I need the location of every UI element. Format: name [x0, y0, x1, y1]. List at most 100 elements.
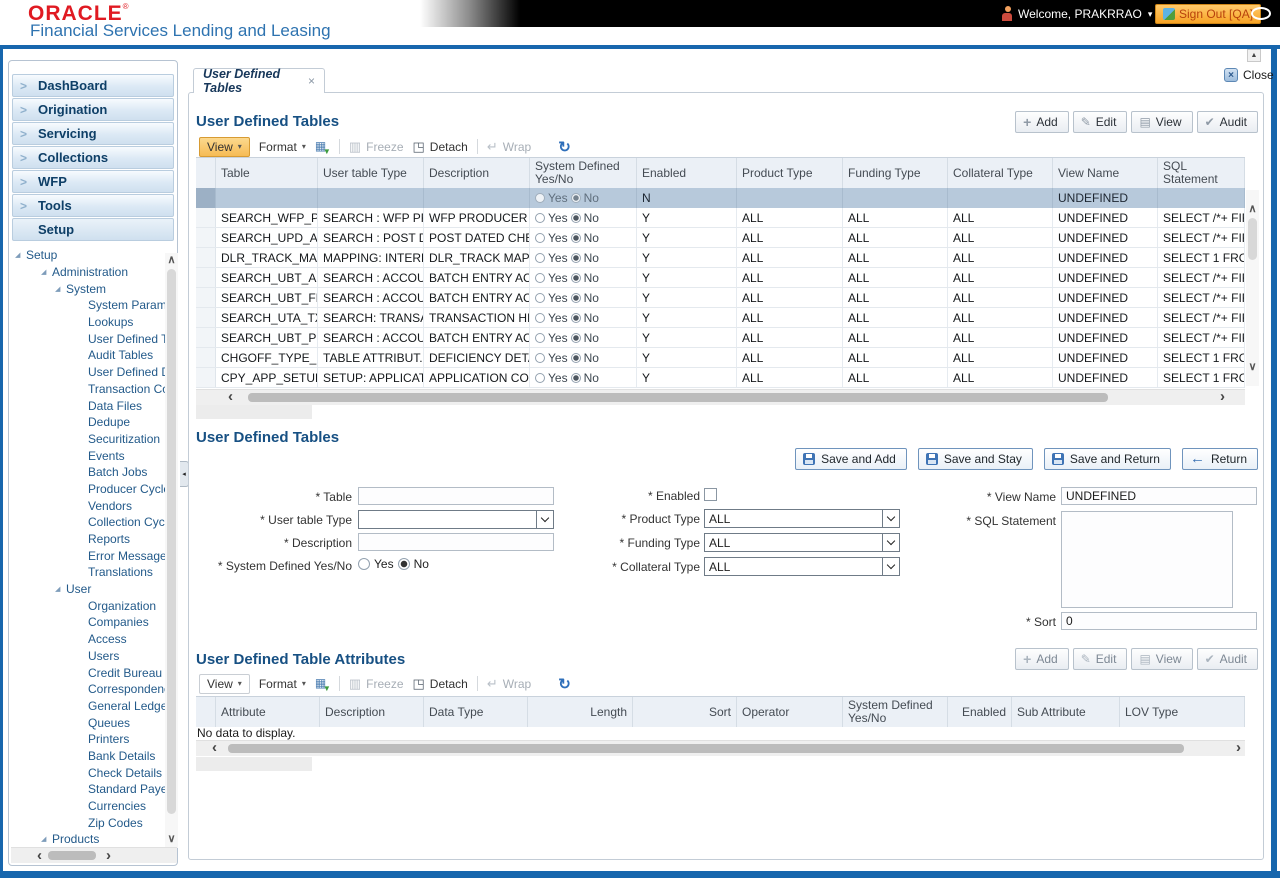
- radio-no[interactable]: [571, 333, 581, 343]
- tree-node[interactable]: Queues: [10, 714, 165, 731]
- scroll-left-icon[interactable]: ‹: [228, 390, 233, 404]
- sql-statement-textarea[interactable]: [1061, 511, 1233, 608]
- add-button[interactable]: +Add: [1015, 648, 1069, 670]
- tree-node[interactable]: ◢ Administration: [10, 264, 165, 281]
- row-selector[interactable]: [196, 368, 216, 387]
- toolbar-wrap-button[interactable]: ↵Wrap: [487, 676, 531, 692]
- sign-out-button[interactable]: Sign Out [QA]: [1155, 4, 1261, 24]
- sidebar-menu-item[interactable]: > Servicing: [12, 122, 174, 145]
- toolbar-format-menu[interactable]: Format▾: [259, 140, 306, 154]
- toolbar-refresh-button[interactable]: ↻: [558, 138, 571, 156]
- tab-user-defined-tables[interactable]: User Defined Tables ×: [193, 68, 325, 93]
- collateral-type-select[interactable]: ALL: [704, 557, 900, 576]
- column-header[interactable]: Description: [320, 697, 424, 727]
- radio-yes[interactable]: [535, 253, 545, 263]
- add-button[interactable]: +Add: [1015, 111, 1069, 133]
- tree-hscroll-thumb[interactable]: [48, 851, 96, 860]
- funding-type-select[interactable]: ALL: [704, 533, 900, 552]
- tree-node[interactable]: Companies: [10, 614, 165, 631]
- tree-node[interactable]: Reports: [10, 531, 165, 548]
- tree-node[interactable]: Zip Codes: [10, 814, 165, 831]
- radio-no[interactable]: [571, 273, 581, 283]
- row-selector[interactable]: [196, 248, 216, 267]
- tables-scroll-thumb[interactable]: [1248, 218, 1257, 260]
- tree-horizontal-scrollbar[interactable]: ‹ ›: [11, 847, 177, 863]
- audit-button[interactable]: ✔Audit: [1197, 111, 1258, 133]
- sidebar-menu-item[interactable]: > Origination: [12, 98, 174, 121]
- radio-no[interactable]: [571, 193, 581, 203]
- tree-node[interactable]: Securitization: [10, 431, 165, 448]
- scroll-up-icon[interactable]: ∧: [165, 255, 178, 265]
- column-header[interactable]: Data Type: [424, 697, 528, 727]
- column-header[interactable]: Description: [424, 158, 530, 188]
- table-row[interactable]: SEARCH_UBT_FEE... SEARCH : ACCOU... BATC…: [196, 288, 1245, 308]
- tree-node[interactable]: Transaction Codes: [10, 381, 165, 398]
- tree-node[interactable]: Printers: [10, 731, 165, 748]
- radio-no[interactable]: [571, 353, 581, 363]
- tree-node[interactable]: Currencies: [10, 798, 165, 815]
- column-header[interactable]: Funding Type: [843, 158, 948, 188]
- column-header[interactable]: Sub Attribute: [1012, 697, 1120, 727]
- view-name-input[interactable]: UNDEFINED: [1061, 487, 1257, 505]
- edit-button[interactable]: ✎Edit: [1073, 648, 1128, 670]
- tree-node[interactable]: Organization: [10, 597, 165, 614]
- tables-vertical-scrollbar[interactable]: ∧ ∨: [1246, 190, 1259, 386]
- tree-expand-icon[interactable]: ◢: [55, 285, 66, 293]
- radio-no[interactable]: [571, 233, 581, 243]
- attributes-hscroll-thumb[interactable]: [228, 744, 1184, 753]
- scroll-right-icon[interactable]: ›: [1220, 390, 1225, 404]
- tree-node[interactable]: Check Details: [10, 764, 165, 781]
- toolbar-view-menu[interactable]: View▾: [199, 137, 250, 157]
- tree-node[interactable]: ◢ Products: [10, 831, 165, 848]
- tree-vertical-scrollbar[interactable]: ∧ ∨: [165, 253, 178, 848]
- table-row[interactable]: SEARCH_UBT_AD... SEARCH : ACCOU... BATCH…: [196, 268, 1245, 288]
- row-selector[interactable]: [196, 308, 216, 327]
- column-header[interactable]: Operator: [737, 697, 843, 727]
- radio-no[interactable]: [571, 373, 581, 383]
- column-header[interactable]: System Defined Yes/No: [843, 697, 948, 727]
- scroll-right-icon[interactable]: ›: [106, 849, 111, 863]
- column-header[interactable]: Product Type: [737, 158, 843, 188]
- radio-yes[interactable]: [535, 273, 545, 283]
- column-header[interactable]: Collateral Type: [948, 158, 1053, 188]
- scroll-left-icon[interactable]: ‹: [212, 741, 217, 755]
- tree-node[interactable]: Credit Bureau: [10, 664, 165, 681]
- export-to-excel-icon[interactable]: ▦▼: [315, 676, 330, 691]
- radio-yes[interactable]: [535, 233, 545, 243]
- column-header[interactable]: User table Type: [318, 158, 424, 188]
- tree-node[interactable]: ◢ System: [10, 280, 165, 297]
- row-selector[interactable]: [196, 288, 216, 307]
- export-to-excel-icon[interactable]: ▦▼: [315, 139, 330, 154]
- tree-expand-icon[interactable]: ◢: [55, 585, 66, 593]
- tree-expand-icon[interactable]: ◢: [15, 251, 26, 259]
- radio-yes[interactable]: [535, 193, 545, 203]
- return-button[interactable]: ←Return: [1182, 448, 1258, 470]
- table-row[interactable]: SEARCH_WFP_PR... SEARCH : WFP PR... WFP …: [196, 208, 1245, 228]
- tree-node[interactable]: System Parameters: [10, 297, 165, 314]
- dropdown-chevron-icon[interactable]: [882, 534, 899, 551]
- save-and-return-button[interactable]: Save and Return: [1044, 448, 1171, 470]
- attributes-horizontal-scrollbar[interactable]: ‹ ›: [196, 740, 1245, 756]
- tree-node[interactable]: Lookups: [10, 314, 165, 331]
- tree-node[interactable]: Vendors: [10, 497, 165, 514]
- scroll-down-icon[interactable]: ∨: [166, 834, 177, 844]
- tree-node[interactable]: User Defined Tables: [10, 330, 165, 347]
- edit-button[interactable]: ✎Edit: [1073, 111, 1128, 133]
- tree-node[interactable]: Bank Details: [10, 748, 165, 765]
- column-header[interactable]: View Name: [1053, 158, 1158, 188]
- row-selector[interactable]: [196, 348, 216, 367]
- tree-expand-icon[interactable]: ◢: [41, 835, 52, 843]
- tree-node[interactable]: Translations: [10, 564, 165, 581]
- radio-yes[interactable]: [535, 373, 545, 383]
- column-header[interactable]: SQL Statement: [1158, 158, 1245, 188]
- column-header[interactable]: System Defined Yes/No: [530, 158, 637, 188]
- tree-node[interactable]: Events: [10, 447, 165, 464]
- row-selector[interactable]: [196, 228, 216, 247]
- row-selector[interactable]: [196, 268, 216, 287]
- row-selector[interactable]: [196, 328, 216, 347]
- toolbar-format-menu[interactable]: Format▾: [259, 677, 306, 691]
- column-header[interactable]: Length: [528, 697, 633, 727]
- tree-node[interactable]: Collection Cycles: [10, 514, 165, 531]
- column-header[interactable]: Enabled: [637, 158, 737, 188]
- enabled-checkbox[interactable]: [704, 488, 717, 501]
